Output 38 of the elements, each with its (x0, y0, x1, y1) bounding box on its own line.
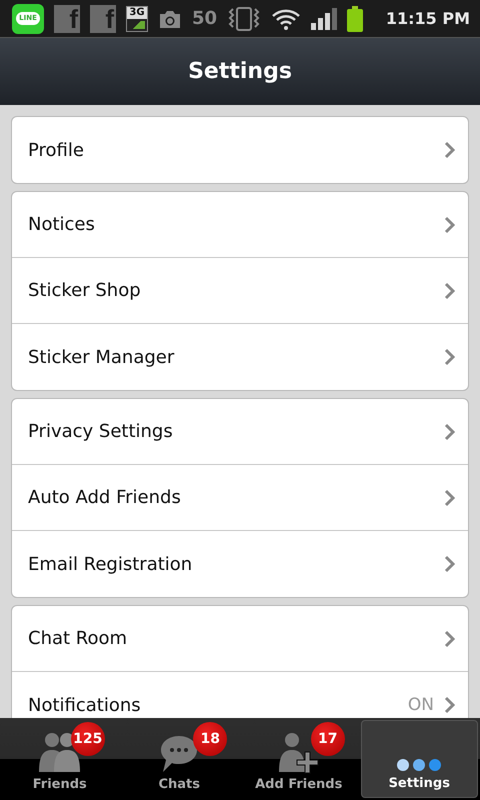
count-badge: 17 (310, 722, 345, 756)
tab[interactable]: 125 Friends (2, 720, 118, 798)
chevron-icon (444, 630, 456, 648)
settings-item[interactable]: Email Registration (12, 531, 468, 597)
social-app-icon: f (90, 4, 116, 32)
settings-item[interactable]: Chat Room (12, 606, 468, 672)
count-badge: 18 (193, 722, 228, 756)
tab[interactable]: 18 Chats (122, 720, 237, 798)
chevron-icon (444, 141, 456, 159)
tab[interactable]: Settings (360, 720, 478, 798)
social-app-icon: f (54, 4, 80, 32)
settings-item[interactable]: Sticker Manager (12, 324, 468, 390)
settings-item[interactable]: Privacy Settings (12, 399, 468, 465)
chevron-icon (444, 348, 456, 366)
settings-item[interactable]: Auto Add Friends (12, 465, 468, 531)
chevron-icon (444, 488, 456, 506)
status-time: 11:15 PM (386, 9, 470, 28)
camera-icon (158, 8, 182, 28)
chevron-icon (444, 216, 456, 234)
settings-item[interactable]: Profile (12, 117, 468, 183)
three-dots-icon (396, 757, 442, 773)
chevron-icon (444, 555, 456, 573)
settings-item[interactable]: Sticker Shop (12, 258, 468, 324)
signal-icon (311, 8, 338, 30)
chevron-icon (444, 696, 456, 714)
chevron-icon (444, 422, 456, 440)
data-3g-icon: 3G (126, 6, 148, 32)
wifi-icon (271, 6, 302, 30)
screen-title: Settings (188, 59, 292, 84)
battery-icon (347, 6, 364, 32)
chevron-icon (444, 282, 456, 300)
add-person-icon (276, 730, 321, 774)
settings-item[interactable]: Notices (12, 192, 468, 258)
tab[interactable]: 17 Add Friends (241, 720, 356, 798)
settings-item[interactable]: Notifications ON (12, 672, 468, 718)
status-number: 50 (192, 8, 218, 29)
count-badge: 125 (70, 722, 105, 756)
vibrate-icon (227, 4, 262, 32)
